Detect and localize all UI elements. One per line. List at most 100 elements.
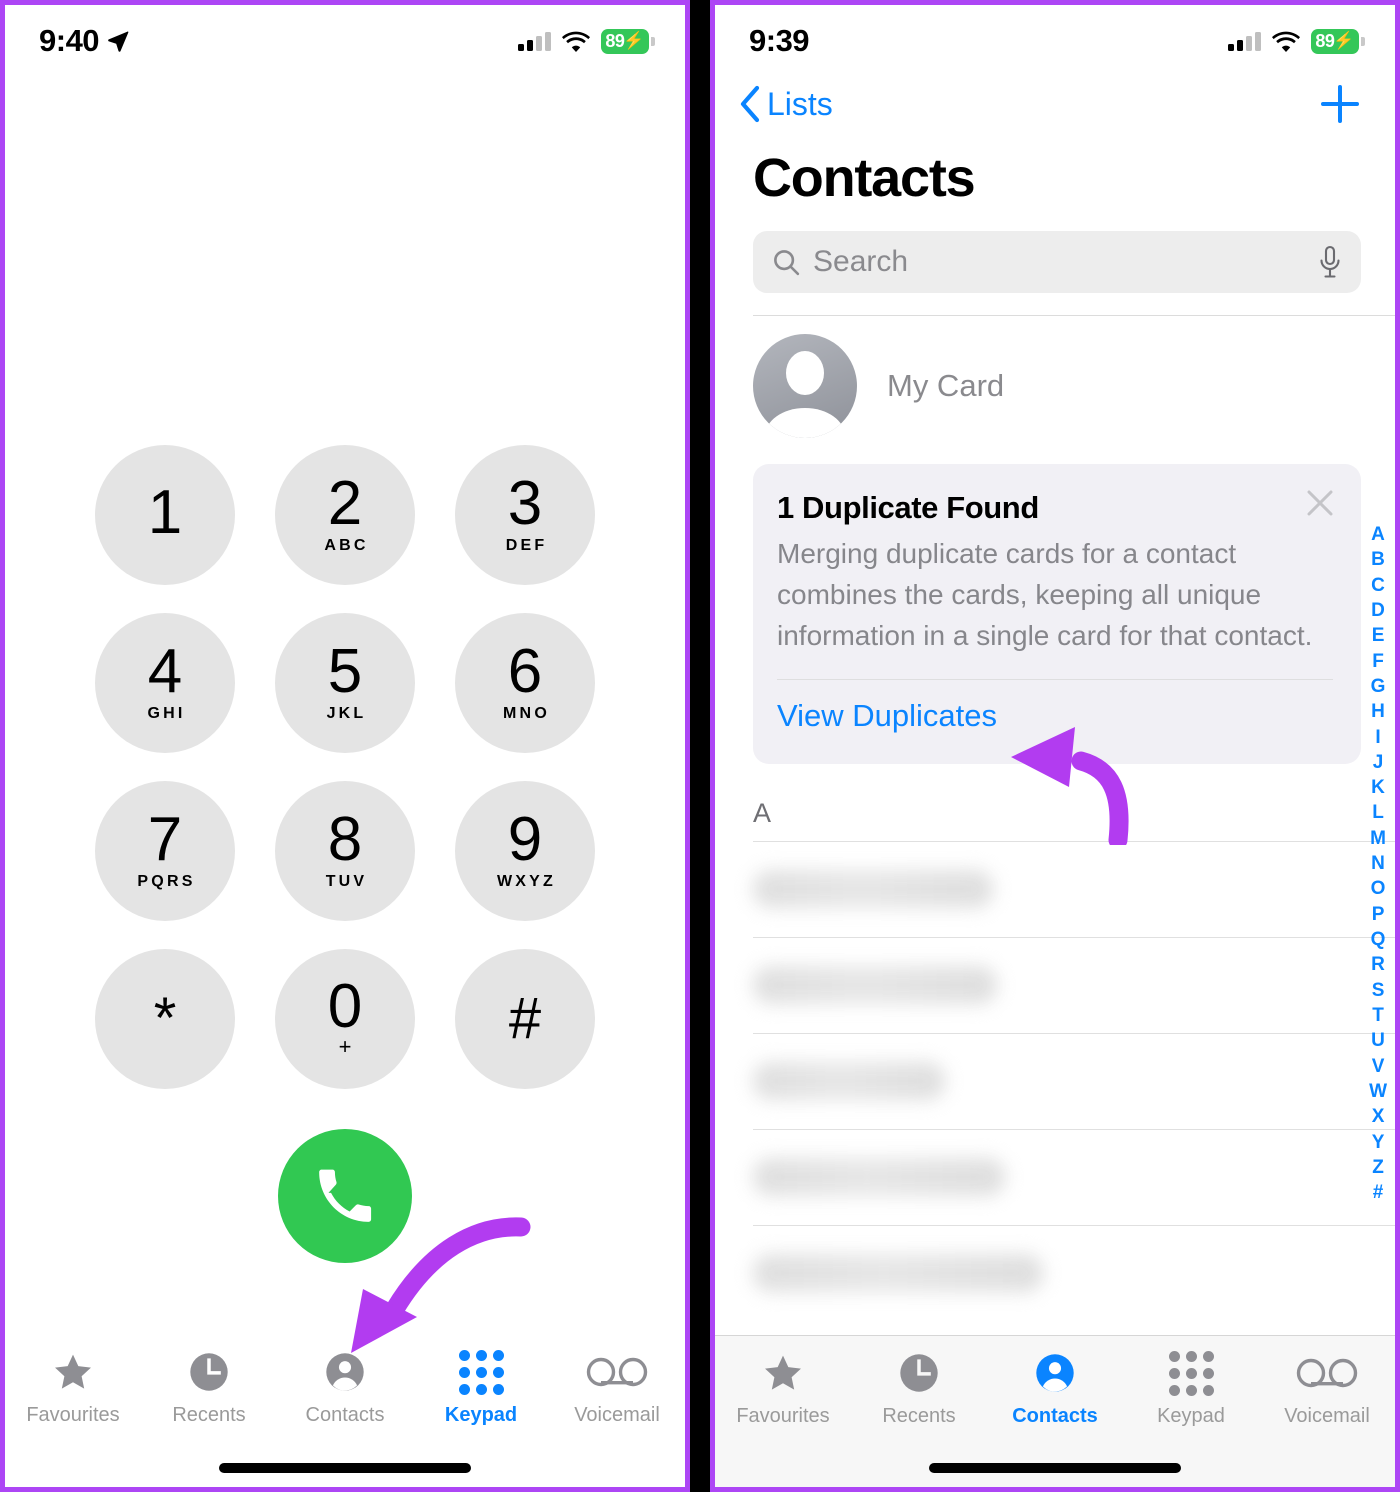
plus-icon — [1321, 85, 1359, 123]
tab-voicemail[interactable]: Voicemail — [549, 1349, 685, 1427]
alpha-index-letter[interactable]: D — [1371, 599, 1385, 623]
tab-favourites[interactable]: Favourites — [715, 1350, 851, 1428]
blurred-contact-name — [753, 870, 993, 909]
tab-label: Voicemail — [1284, 1405, 1370, 1427]
duplicate-card-divider — [777, 678, 1333, 680]
dialpad-key-0[interactable]: 0 + — [275, 949, 415, 1089]
duplicate-card-title: 1 Duplicate Found — [777, 490, 1039, 525]
key-digit: 6 — [507, 636, 543, 706]
dialpad-key-star[interactable]: * — [95, 949, 235, 1089]
status-clock-left: 9:40 — [39, 23, 130, 59]
alpha-index-letter[interactable]: B — [1371, 548, 1385, 572]
dialpad-row-1: 1 2 ABC 3 DEF — [95, 445, 595, 585]
search-icon — [774, 250, 800, 276]
add-contact-button[interactable] — [1319, 83, 1361, 125]
contact-list-item[interactable] — [753, 936, 1395, 1033]
alpha-index-letter[interactable]: K — [1371, 776, 1385, 800]
contacts-app-screen: 9:39 89 ⚡ Lists Contacts Search My Card … — [710, 0, 1400, 1492]
my-card-row[interactable]: My Card — [715, 316, 1395, 456]
alpha-index-letter[interactable]: N — [1371, 852, 1385, 876]
phone-app-keypad-screen: 9:40 89 ⚡ 1 2 ABC 3 DEF 4 GHI 5 JKL 6 MN… — [0, 0, 690, 1492]
dialpad-key-5[interactable]: 5 JKL — [275, 613, 415, 753]
alpha-index-letter[interactable]: G — [1371, 675, 1386, 699]
status-clock-right: 9:39 — [749, 23, 810, 59]
alpha-index-letter[interactable]: I — [1375, 726, 1380, 750]
dialpad-key-3[interactable]: 3 DEF — [455, 445, 595, 585]
tab-voicemail[interactable]: Voicemail — [1259, 1350, 1395, 1428]
call-button[interactable] — [278, 1129, 412, 1263]
alpha-index-letter[interactable]: V — [1372, 1055, 1385, 1079]
blurred-contact-name — [753, 1062, 945, 1101]
alpha-index-letter[interactable]: R — [1371, 953, 1385, 977]
status-bar-right: 9:39 89 ⚡ — [715, 5, 1395, 77]
alpha-index-letter[interactable]: H — [1371, 700, 1385, 724]
alpha-index-letter[interactable]: M — [1370, 827, 1386, 851]
key-digit: 8 — [327, 804, 363, 874]
battery-indicator-left: 89 ⚡ — [601, 28, 655, 54]
dialpad-key-1[interactable]: 1 — [95, 445, 235, 585]
alpha-index-letter[interactable]: J — [1373, 751, 1384, 775]
dialpad-key-4[interactable]: 4 GHI — [95, 613, 235, 753]
dialpad-key-9[interactable]: 9 WXYZ — [455, 781, 595, 921]
alpha-index-letter[interactable]: E — [1372, 624, 1385, 648]
alpha-index-letter[interactable]: T — [1372, 1004, 1384, 1028]
key-digit: 3 — [507, 468, 543, 538]
dialpad: 1 2 ABC 3 DEF 4 GHI 5 JKL 6 MNO 7 PQRS 8… — [5, 445, 685, 1263]
dialpad-key-8[interactable]: 8 TUV — [275, 781, 415, 921]
contacts-list — [715, 840, 1395, 1321]
alpha-index-letter[interactable]: S — [1372, 979, 1385, 1003]
status-bar-left: 9:40 89 ⚡ — [5, 5, 685, 77]
tab-contacts[interactable]: Contacts — [987, 1350, 1123, 1428]
key-digit: 2 — [327, 468, 363, 538]
tab-recents[interactable]: Recents — [851, 1350, 987, 1428]
back-to-lists-button[interactable]: Lists — [739, 85, 833, 123]
dialpad-key-6[interactable]: 6 MNO — [455, 613, 595, 753]
duplicate-card-body: Merging duplicate cards for a contact co… — [777, 538, 1313, 651]
alpha-index-letter[interactable]: Z — [1372, 1156, 1384, 1180]
search-bar[interactable]: Search — [753, 231, 1361, 293]
tab-bar-right: Favourites Recents Contacts Keypad Voice… — [715, 1335, 1395, 1487]
page-title: Contacts — [753, 148, 976, 208]
key-digit: 4 — [147, 636, 183, 706]
status-indicators-right: 89 ⚡ — [1228, 28, 1365, 54]
alpha-index-letter[interactable]: A — [1371, 523, 1385, 547]
tab-recents[interactable]: Recents — [141, 1349, 277, 1427]
alpha-index-letter[interactable]: U — [1371, 1029, 1385, 1053]
tab-contacts[interactable]: Contacts — [277, 1349, 413, 1427]
dialpad-key-2[interactable]: 2 ABC — [275, 445, 415, 585]
tab-keypad[interactable]: Keypad — [1123, 1350, 1259, 1428]
panel-separator — [690, 0, 710, 1492]
person-placeholder-avatar — [753, 334, 857, 438]
contact-list-item[interactable] — [753, 1224, 1395, 1321]
alpha-index-letter[interactable]: F — [1372, 650, 1384, 674]
alpha-index-letter[interactable]: W — [1369, 1080, 1387, 1104]
dialpad-row-2: 4 GHI 5 JKL 6 MNO — [95, 613, 595, 753]
tab-keypad[interactable]: Keypad — [413, 1349, 549, 1427]
alpha-index-letter[interactable]: Q — [1371, 928, 1386, 952]
tab-label: Favourites — [736, 1405, 830, 1427]
alpha-index-letter[interactable]: X — [1372, 1105, 1385, 1129]
tab-favourites[interactable]: Favourites — [5, 1349, 141, 1427]
home-indicator-right — [929, 1463, 1181, 1473]
key-digit: 1 — [147, 477, 183, 547]
alpha-index-letter[interactable]: # — [1373, 1181, 1384, 1205]
blurred-contact-name — [753, 1254, 1043, 1293]
alpha-index-letter[interactable]: L — [1372, 801, 1384, 825]
alpha-index-letter[interactable]: O — [1371, 877, 1386, 901]
alphabet-index[interactable]: A B C D E F G H I J K L M N O P Q R S T … — [1369, 523, 1387, 1205]
alpha-index-letter[interactable]: C — [1371, 574, 1385, 598]
microphone-icon[interactable] — [1317, 245, 1343, 279]
search-input[interactable]: Search — [813, 245, 1305, 279]
dialpad-key-7[interactable]: 7 PQRS — [95, 781, 235, 921]
key-letters: JKL — [326, 705, 367, 723]
contact-list-item[interactable] — [753, 1032, 1395, 1129]
alpha-index-letter[interactable]: Y — [1372, 1131, 1385, 1155]
star-icon — [50, 1349, 96, 1395]
close-x-icon[interactable] — [1303, 486, 1337, 520]
view-duplicates-link[interactable]: View Duplicates — [777, 698, 1333, 734]
dialpad-key-hash[interactable]: # — [455, 949, 595, 1089]
contact-list-item[interactable] — [753, 840, 1395, 937]
contact-list-item[interactable] — [753, 1128, 1395, 1225]
my-card-label: My Card — [887, 368, 1005, 403]
alpha-index-letter[interactable]: P — [1372, 903, 1385, 927]
